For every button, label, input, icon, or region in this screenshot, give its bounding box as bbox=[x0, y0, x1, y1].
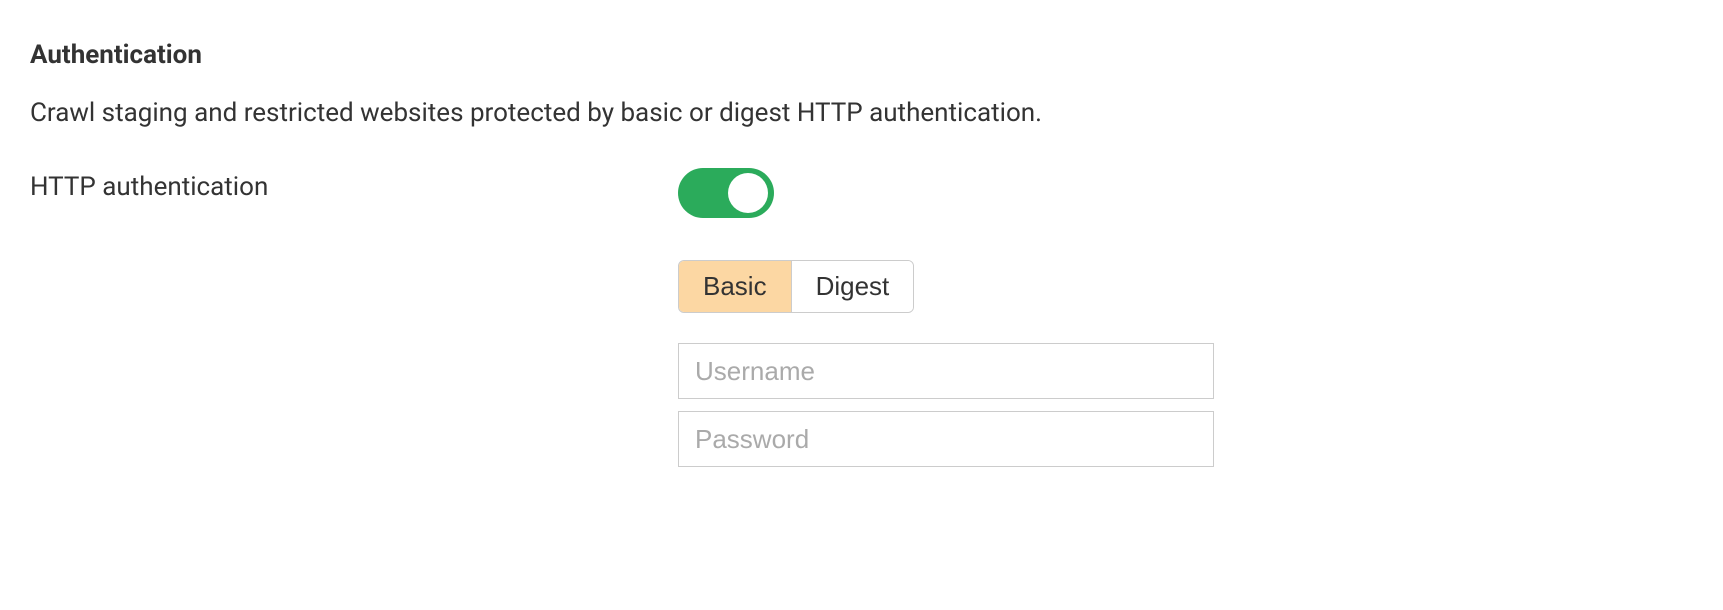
authentication-section: Authentication Crawl staging and restric… bbox=[30, 40, 1693, 467]
auth-type-digest[interactable]: Digest bbox=[792, 261, 914, 312]
auth-type-basic[interactable]: Basic bbox=[679, 261, 792, 312]
http-auth-label: HTTP authentication bbox=[30, 168, 678, 202]
toggle-knob bbox=[728, 173, 768, 213]
username-input[interactable] bbox=[678, 343, 1214, 399]
auth-type-segmented: Basic Digest bbox=[678, 260, 914, 313]
password-input[interactable] bbox=[678, 411, 1214, 467]
section-title: Authentication bbox=[30, 40, 1693, 70]
http-auth-row: HTTP authentication Basic Digest bbox=[30, 168, 1693, 467]
http-auth-controls: Basic Digest bbox=[678, 168, 1214, 467]
http-auth-toggle[interactable] bbox=[678, 168, 774, 218]
section-description: Crawl staging and restricted websites pr… bbox=[30, 98, 1693, 128]
